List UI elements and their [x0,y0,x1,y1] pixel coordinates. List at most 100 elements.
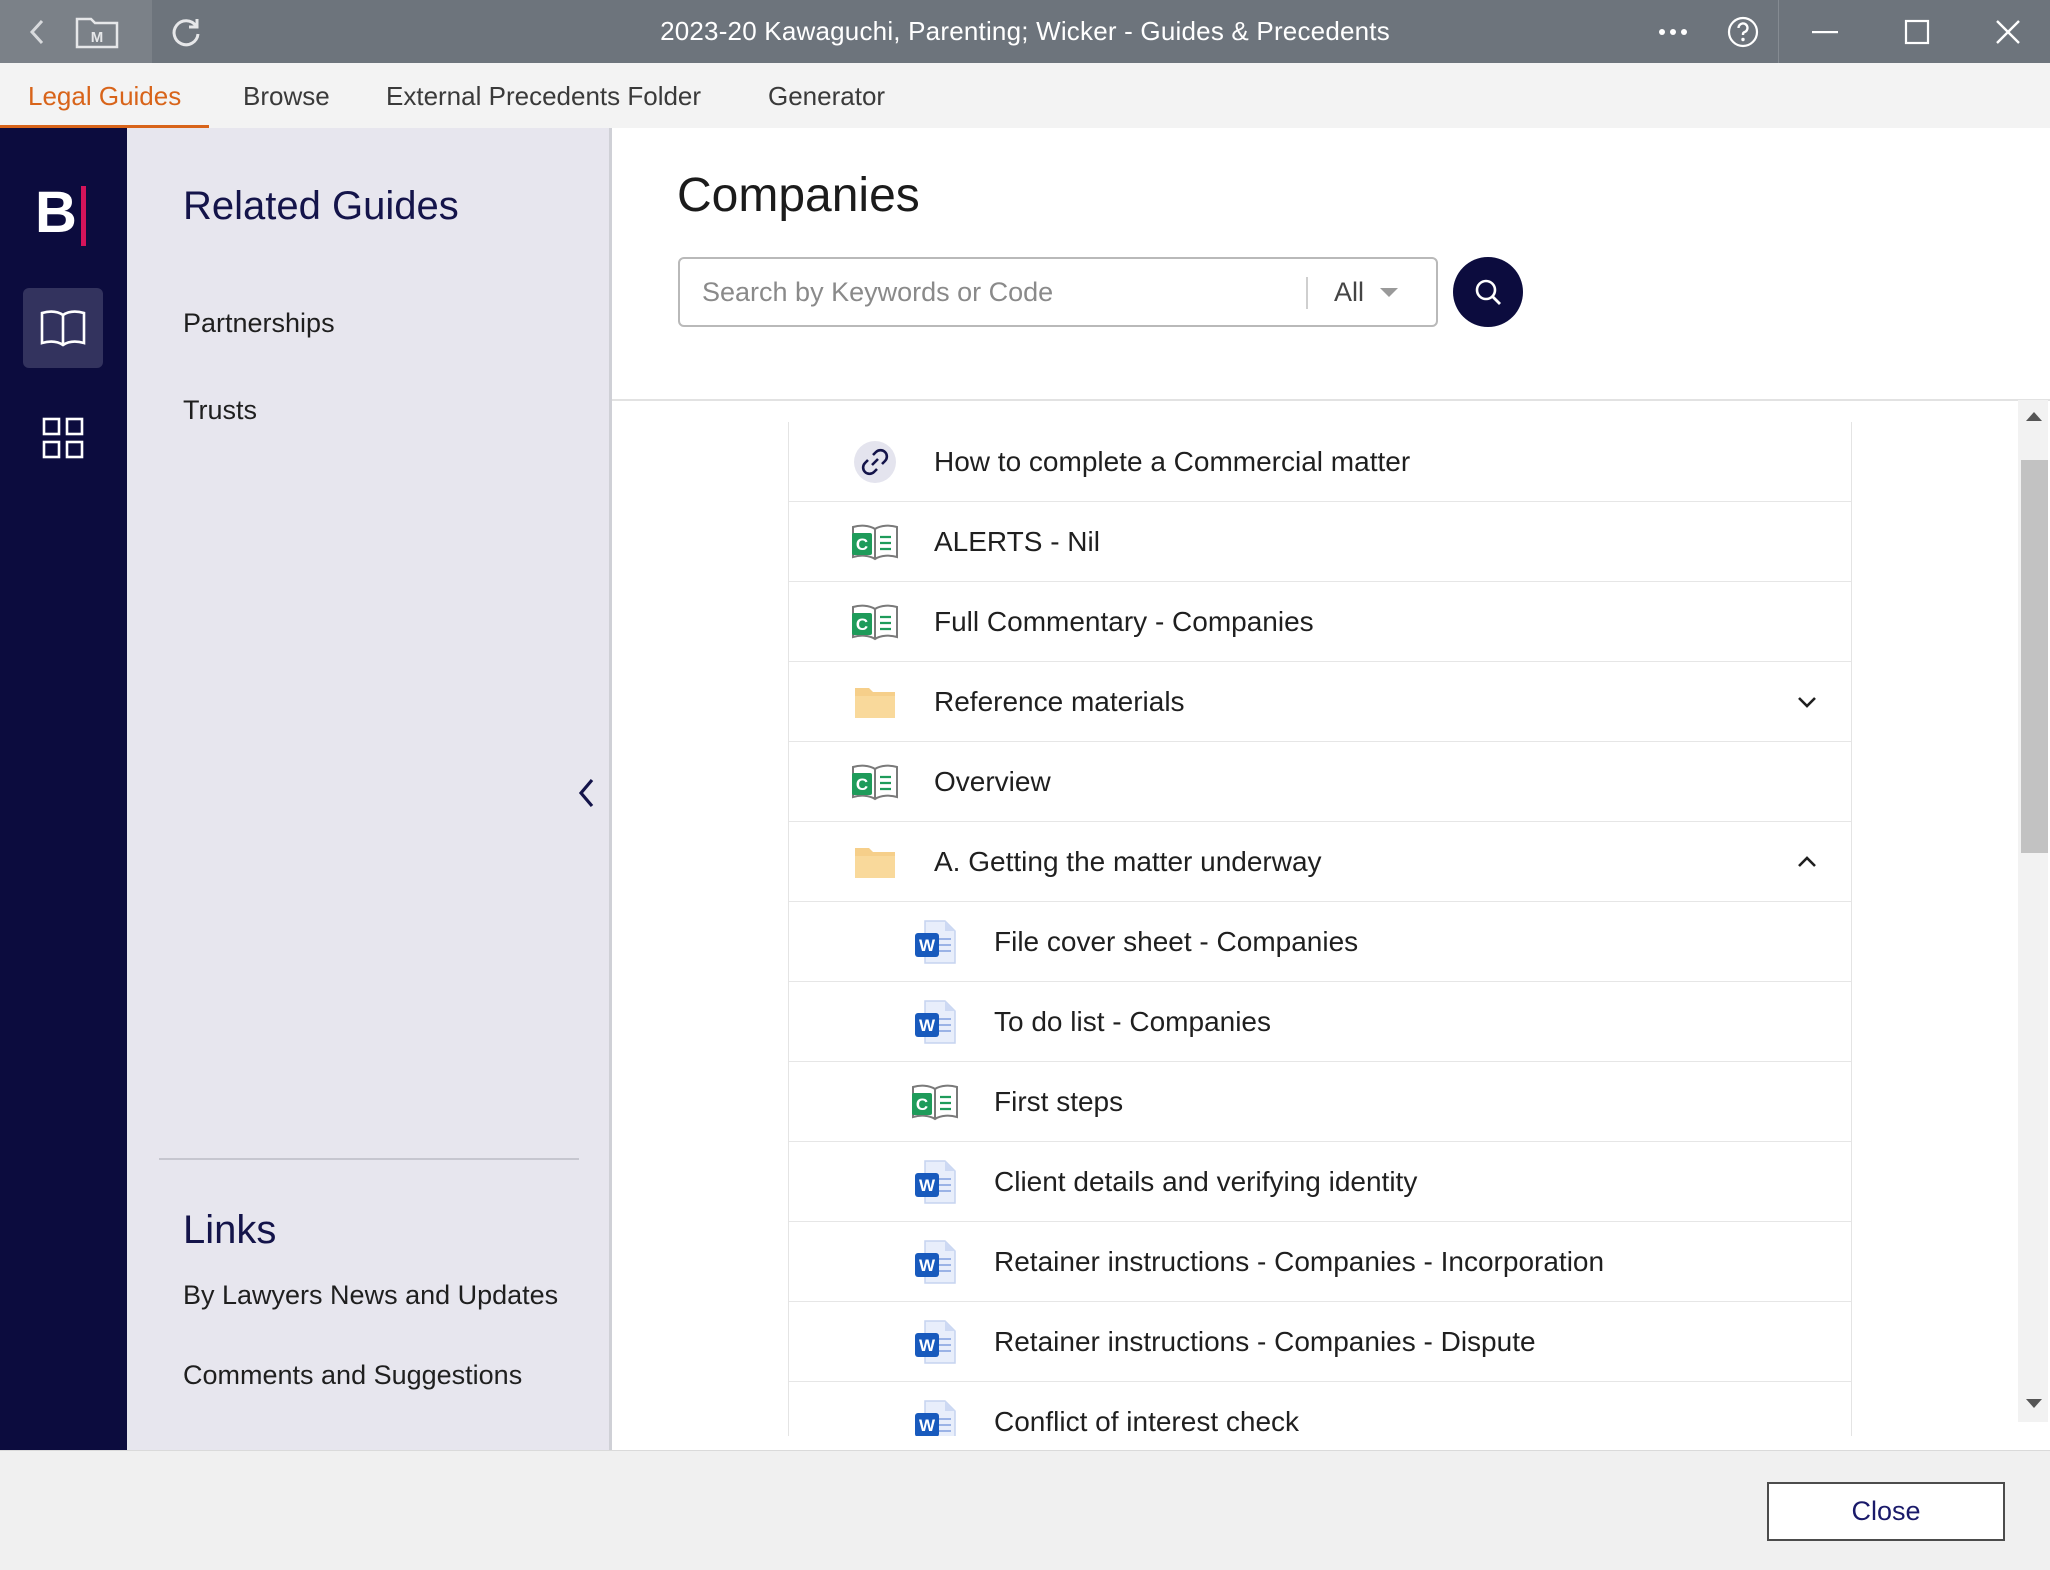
links-heading: Links [183,1208,277,1252]
help-button[interactable] [1720,0,1766,63]
tab-legal-guides[interactable]: Legal Guides [0,63,210,128]
search-scope-value: All [1334,276,1365,307]
collapse-panel-button[interactable] [567,768,607,818]
commentary-book-icon: C [851,758,899,806]
search-icon [1475,279,1501,305]
list-item-label: Conflict of interest check [994,1406,1300,1436]
chevron-down-icon[interactable] [1793,688,1821,716]
svg-text:W: W [919,1336,936,1355]
list-item[interactable]: C ALERTS - Nil [789,502,1851,582]
guide-list: How to complete a Commercial matter C ALER… [788,422,1852,1436]
maximize-icon [1904,19,1930,44]
list-item[interactable]: W Conflict of interest check [789,1382,1851,1436]
word-doc-icon: W [911,918,959,966]
list-item-label: Retainer instructions - Companies - Inco… [994,1246,1605,1277]
list-item[interactable]: How to complete a Commercial matter [789,422,1851,502]
list-item-label: Client details and verifying identity [994,1166,1418,1197]
rail-apps-button[interactable] [23,398,103,478]
svg-text:W: W [919,1256,936,1275]
link-icon [851,438,899,486]
list-scrollbar[interactable] [2018,400,2048,1422]
minimize-button[interactable] [1800,0,1850,63]
logo-letter: B [35,180,77,245]
folder-icon [851,678,899,726]
related-guides-heading: Related Guides [183,184,459,228]
open-book-icon [40,310,86,347]
word-doc-icon: W [911,1158,959,1206]
word-doc-icon: W [911,1238,959,1286]
folder-row[interactable]: Reference materials [789,662,1851,742]
close-window-button[interactable] [1983,0,2033,63]
svg-text:C: C [916,1095,928,1114]
list-item[interactable]: W Client details and verifying identity [789,1142,1851,1222]
list-item[interactable]: W Retainer instructions - Companies - Inc… [789,1222,1851,1302]
guide-list-viewport: How to complete a Commercial matter C ALER… [788,422,1852,1436]
related-guide-trusts[interactable]: Trusts [183,395,257,426]
minimize-icon [1812,30,1838,33]
tab-generator[interactable]: Generator [740,63,913,128]
scroll-down-icon[interactable] [2026,1399,2042,1408]
svg-text:W: W [919,936,936,955]
main-content: Companies All How to complete a Commerci… [612,128,2050,1450]
by-lawyers-logo: B [33,178,93,248]
header-divider [612,399,2050,401]
title-bar-separator [1778,0,1779,63]
list-item-label: First steps [994,1086,1124,1117]
list-item[interactable]: W File cover sheet - Companies [789,902,1851,982]
list-item-label: How to complete a Commercial matter [934,446,1411,477]
folder-row[interactable]: A. Getting the matter underway [789,822,1851,902]
svg-text:W: W [919,1176,936,1195]
panel-divider [159,1158,579,1160]
related-guides-panel: Related Guides Partnerships Trusts Links… [127,128,612,1450]
logo-bar [81,186,86,246]
commentary-book-icon: C [851,518,899,566]
word-doc-icon: W [911,1318,959,1366]
footer-bar: Close [0,1450,2050,1570]
scrollbar-thumb[interactable] [2021,460,2048,853]
list-item[interactable]: C First steps [789,1062,1851,1142]
list-item-label: A. Getting the matter underway [934,846,1322,877]
title-bar: M 2023-20 Kawaguchi, Parenting; Wicker -… [0,0,2050,63]
main-tabs: Legal Guides Browse External Precedents … [0,63,2050,128]
list-item[interactable]: C Full Commentary - Companies [789,582,1851,662]
commentary-book-icon: C [851,598,899,646]
grid-icon [42,417,84,459]
list-item[interactable]: C Overview [789,742,1851,822]
search-separator [1306,277,1308,309]
close-icon [1996,19,2020,44]
word-doc-icon: W [911,998,959,1046]
tab-external-precedents-folder[interactable]: External Precedents Folder [358,63,729,128]
svg-text:W: W [919,1016,936,1035]
list-item-label: Retainer instructions - Companies - Disp… [994,1326,1536,1357]
list-item-label: To do list - Companies [994,1006,1272,1037]
list-item-label: File cover sheet - Companies [994,926,1359,957]
caret-down-icon [1380,287,1399,297]
app-rail: B [0,128,127,1450]
svg-text:C: C [856,775,868,794]
search-scope-dropdown[interactable]: All [1320,259,1430,325]
search-input[interactable] [702,259,1282,325]
link-comments-and-suggestions[interactable]: Comments and Suggestions [183,1360,522,1391]
svg-text:C: C [856,615,868,634]
more-options-button[interactable] [1650,0,1696,63]
list-item[interactable]: W To do list - Companies [789,982,1851,1062]
chevron-left-icon [578,778,594,808]
help-icon [1727,16,1759,47]
search-box: All [678,257,1438,327]
list-item[interactable]: W Retainer instructions - Companies - Dis… [789,1302,1851,1382]
scroll-up-icon[interactable] [2026,412,2042,421]
svg-text:C: C [856,535,868,554]
close-button[interactable]: Close [1767,1482,2005,1541]
list-item-label: Overview [934,766,1051,797]
svg-text:W: W [919,1416,936,1435]
page-title: Companies [677,169,920,222]
link-news-and-updates[interactable]: By Lawyers News and Updates [183,1280,558,1311]
search-button[interactable] [1453,257,1523,327]
chevron-up-icon[interactable] [1793,848,1821,876]
folder-icon [851,838,899,886]
maximize-button[interactable] [1892,0,1942,63]
rail-guides-button[interactable] [23,288,103,368]
related-guide-partnerships[interactable]: Partnerships [183,308,335,339]
list-item-label: ALERTS - Nil [934,526,1100,557]
tab-browse[interactable]: Browse [215,63,358,128]
